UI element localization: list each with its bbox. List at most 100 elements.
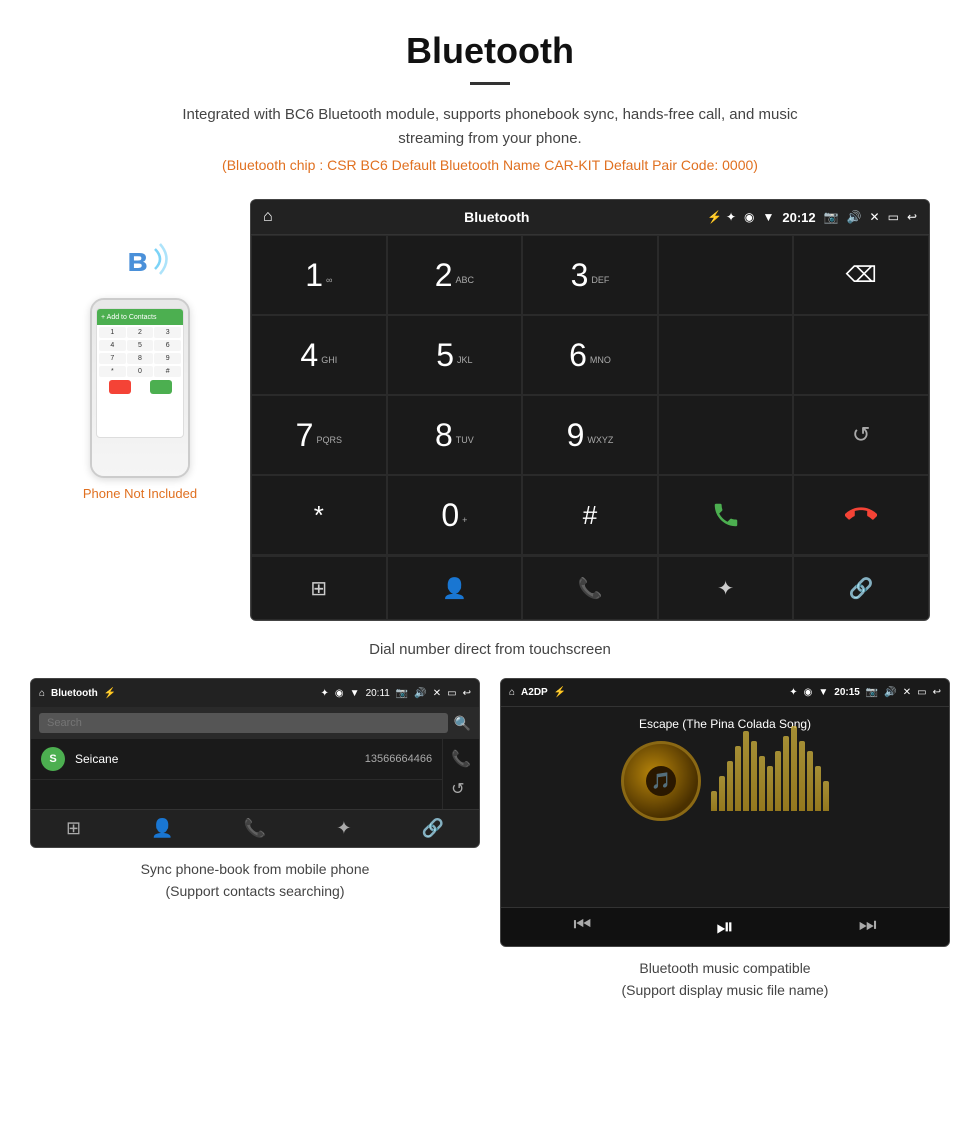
phone-screen: + Add to Contacts 123 456 789 *0# [96, 308, 184, 438]
music-bt-icon: ✦ [789, 687, 797, 698]
dial-backspace[interactable]: ⌫ [793, 235, 929, 315]
page-description: Integrated with BC6 Bluetooth module, su… [180, 103, 800, 151]
bt-icon: ✦ [726, 210, 736, 224]
eq-bar [735, 746, 741, 811]
eq-bar [815, 766, 821, 811]
pb-contacts-list: S Seicane 13566664466 [31, 739, 442, 809]
dial-key-hash[interactable]: # [522, 475, 658, 555]
dial-reload[interactable]: ↺ [793, 395, 929, 475]
pb-time: 20:11 [366, 688, 390, 699]
dial-key-3[interactable]: 3DEF [522, 235, 658, 315]
right-icons: ✦ ◉ ▼ 20:12 📷 🔊 ✕ ▭ ↩ [726, 210, 917, 225]
car-unit-dialpad: ⌂ Bluetooth ⚡ ✦ ◉ ▼ 20:12 📷 🔊 ✕ ▭ ↩ 1∞ 2… [250, 199, 930, 621]
dial-red-call[interactable] [793, 475, 929, 555]
pb-right-actions: 📞 ↺ [442, 739, 479, 809]
car-time: 20:12 [782, 210, 815, 225]
eq-bar [711, 791, 717, 811]
dial-key-8[interactable]: 8TUV [387, 395, 523, 475]
x-icon: ✕ [870, 210, 880, 224]
pb-bottom-grid[interactable]: ⊞ [66, 818, 81, 839]
car-title: Bluetooth [287, 209, 707, 225]
pb-bottom-bt[interactable]: ✦ [336, 818, 351, 839]
dial-key-0[interactable]: 0+ [387, 475, 523, 555]
dial-key-9[interactable]: 9WXYZ [522, 395, 658, 475]
phone-not-included-label: Phone Not Included [83, 486, 197, 501]
dial-key-4[interactable]: 4GHI [251, 315, 387, 395]
bt-signal-svg: ʙ [105, 229, 175, 289]
music-status-bar: ⌂ A2DP ⚡ ✦ ◉ ▼ 20:15 📷 🔊 ✕ ▭ ↩ [501, 679, 949, 707]
dial-section: ʙ + Add to Contacts 123 456 [0, 199, 980, 631]
car-status-bar: ⌂ Bluetooth ⚡ ✦ ◉ ▼ 20:12 📷 🔊 ✕ ▭ ↩ [251, 200, 929, 234]
pb-refresh-action[interactable]: ↺ [451, 779, 471, 799]
music-prev-btn[interactable]: ⏮ [573, 914, 591, 940]
eq-bar [727, 761, 733, 811]
music-gps-icon: ◉ [804, 687, 813, 698]
music-body: Escape (The Pina Colada Song) 🎵 [501, 707, 949, 907]
bottom-bt-icon[interactable]: ✦ [658, 556, 794, 620]
pb-win-icon: ▭ [447, 688, 456, 699]
music-time: 20:15 [834, 687, 860, 698]
dial-empty-r2a [658, 315, 794, 395]
dial-green-call[interactable] [658, 475, 794, 555]
dial-key-7[interactable]: 7PQRS [251, 395, 387, 475]
page-title: Bluetooth [20, 30, 960, 72]
eq-bar [751, 741, 757, 811]
eq-bar [767, 766, 773, 811]
bottom-link-icon[interactable]: 🔗 [793, 556, 929, 620]
bottom-contacts-icon[interactable]: 👤 [387, 556, 523, 620]
svg-text:ʙ: ʙ [127, 241, 148, 279]
pb-bottom-call[interactable]: 📞 [244, 818, 266, 839]
bottom-phone-icon[interactable]: 📞 [522, 556, 658, 620]
dialpad-bottom-bar: ⊞ 👤 📞 ✦ 🔗 [251, 555, 929, 620]
dial-caption: Dial number direct from touchscreen [0, 631, 980, 678]
music-caption: Bluetooth music compatible(Support displ… [622, 957, 829, 1002]
pb-bottom-link[interactable]: 🔗 [422, 818, 444, 839]
pb-x-icon: ✕ [433, 688, 441, 699]
phonebook-body: S Seicane 13566664466 📞 ↺ [31, 739, 479, 809]
pb-phone-action[interactable]: 📞 [451, 749, 471, 769]
dial-key-6[interactable]: 6MNO [522, 315, 658, 395]
eq-bar [783, 736, 789, 811]
pb-contact-number: 13566664466 [365, 753, 432, 765]
search-icon[interactable]: 🔍 [454, 715, 471, 732]
dial-empty-r1 [658, 235, 794, 315]
phonebook-search-bar: 🔍 [31, 707, 479, 739]
title-divider [470, 82, 510, 85]
pb-home-icon: ⌂ [39, 688, 45, 699]
phone-mockup: + Add to Contacts 123 456 789 *0# [90, 298, 190, 478]
dial-key-2[interactable]: 2ABC [387, 235, 523, 315]
music-controls: ⏮ ⏯ ⏭ [501, 907, 949, 946]
bottom-screenshots: ⌂ Bluetooth ⚡ ✦ ◉ ▼ 20:11 📷 🔊 ✕ ▭ ↩ 🔍 [0, 678, 980, 1002]
music-panel: ⌂ A2DP ⚡ ✦ ◉ ▼ 20:15 📷 🔊 ✕ ▭ ↩ Escape (T… [500, 678, 950, 1002]
music-cam-icon: 📷 [866, 687, 878, 698]
dial-key-1[interactable]: 1∞ [251, 235, 387, 315]
music-next-btn[interactable]: ⏭ [859, 914, 877, 940]
music-x-icon: ✕ [903, 687, 911, 698]
page-header: Bluetooth Integrated with BC6 Bluetooth … [0, 0, 980, 199]
dial-key-star[interactable]: * [251, 475, 387, 555]
pb-contact-row[interactable]: S Seicane 13566664466 [31, 739, 442, 780]
pb-back-icon: ↩ [463, 688, 471, 699]
music-equalizer [711, 751, 829, 811]
pb-usb-icon: ⚡ [104, 688, 116, 699]
pb-sig-icon: ▼ [350, 688, 360, 699]
phonebook-search-input[interactable] [39, 713, 448, 733]
bottom-grid-icon[interactable]: ⊞ [251, 556, 387, 620]
pb-bottom-user[interactable]: 👤 [151, 818, 173, 839]
phonebook-panel: ⌂ Bluetooth ⚡ ✦ ◉ ▼ 20:11 📷 🔊 ✕ ▭ ↩ 🔍 [30, 678, 480, 1002]
dial-key-5[interactable]: 5JKL [387, 315, 523, 395]
pb-title: Bluetooth [51, 688, 98, 699]
volume-icon: 🔊 [847, 210, 862, 224]
pb-cam-icon: 📷 [396, 688, 408, 699]
music-play-btn[interactable]: ⏯ [716, 914, 734, 940]
dial-empty-r2b [793, 315, 929, 395]
phonebook-status-bar: ⌂ Bluetooth ⚡ ✦ ◉ ▼ 20:11 📷 🔊 ✕ ▭ ↩ [31, 679, 479, 707]
eq-bar [719, 776, 725, 811]
dial-empty-r3 [658, 395, 794, 475]
eq-bar [807, 751, 813, 811]
music-back-icon: ↩ [933, 687, 941, 698]
music-album-art: 🎵 [621, 741, 701, 821]
phonebook-screenshot: ⌂ Bluetooth ⚡ ✦ ◉ ▼ 20:11 📷 🔊 ✕ ▭ ↩ 🔍 [30, 678, 480, 848]
music-home-icon: ⌂ [509, 687, 515, 698]
music-bt-art-icon: 🎵 [646, 766, 676, 796]
